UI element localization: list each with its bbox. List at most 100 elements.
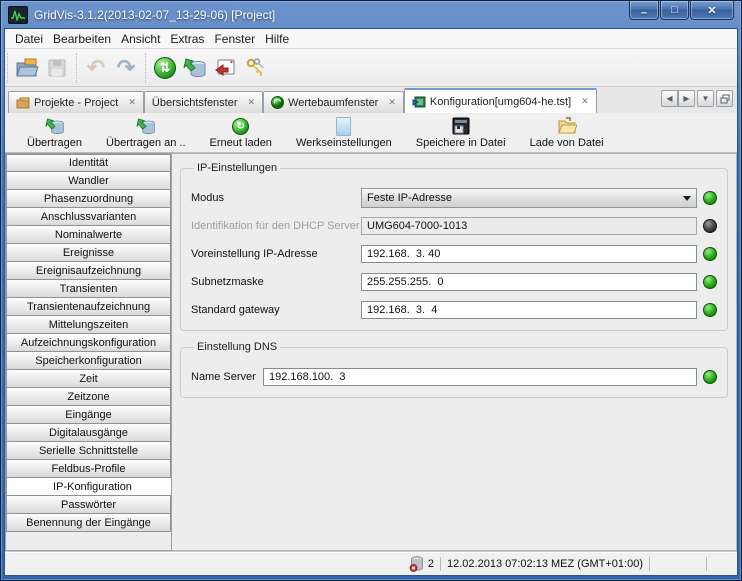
undo-icon[interactable]: ↶ <box>81 54 111 82</box>
sidebar-item[interactable]: Feldbus-Profile <box>6 460 171 478</box>
import-window-icon[interactable] <box>210 54 240 82</box>
sidebar-item[interactable]: Wandler <box>6 172 171 190</box>
datetime-cell: 12.02.2013 07:02:13 MEZ (GMT+01:00) <box>447 557 643 570</box>
tab-uebersichtsfenster[interactable]: Übersichtsfenster ✕ <box>143 91 264 113</box>
sidebar-item[interactable]: Serielle Schnittstelle <box>6 442 171 460</box>
modus-combobox[interactable]: Feste IP-Adresse <box>361 188 697 208</box>
speichere-in-datei-button[interactable]: Speichere in Datei <box>406 115 516 150</box>
uebertragen-an-button[interactable]: Übertragen an .. <box>96 115 196 150</box>
sidebar-item[interactable]: Nominalwerte <box>6 226 171 244</box>
database-error-icon <box>409 555 423 572</box>
tab-wertebaumfenster[interactable]: Wertebaumfenster ✕ <box>263 91 404 113</box>
gridvis-app-icon <box>8 5 28 24</box>
sidebar-item[interactable]: Identität <box>6 154 171 172</box>
statusbar-empty-cell <box>707 556 737 572</box>
tab-label: Projekte - Project <box>34 96 119 109</box>
subnet-mask-field[interactable]: 255.255.255. 0 <box>361 273 697 291</box>
group-title: Einstellung DNS <box>197 341 278 353</box>
redo-icon[interactable]: ↷ <box>111 54 141 82</box>
menu-extras[interactable]: Extras <box>165 30 209 48</box>
sidebar-item[interactable]: Anschlussvarianten <box>6 208 171 226</box>
title-bar[interactable]: GridVis-3.1.2(2013-02-07_13-29-06) [Proj… <box>4 1 738 28</box>
close-icon: ✕ <box>707 4 717 17</box>
subnet-mask-row: Subnetzmaske 255.255.255. 0 <box>191 272 717 292</box>
ip-address-row: Voreinstellung IP-Adresse 192.168. 3. 40 <box>191 244 717 264</box>
minimize-button[interactable]: – <box>629 1 659 20</box>
field-label: Modus <box>191 192 225 204</box>
button-label: Übertragen <box>27 137 83 149</box>
tab-close-icon[interactable]: ✕ <box>248 97 256 108</box>
configuration-icon <box>412 96 426 107</box>
menu-datei[interactable]: Datei <box>10 30 48 48</box>
sidebar-item[interactable]: Transientenaufzeichnung <box>6 298 171 316</box>
sidebar-item[interactable]: Speicherkonfiguration <box>6 352 171 370</box>
ip-address-field[interactable]: 192.168. 3. 40 <box>361 245 697 263</box>
menu-ansicht[interactable]: Ansicht <box>116 30 165 48</box>
tab-konfiguration[interactable]: Konfiguration[umg604-he.tst] ✕ <box>403 88 597 113</box>
tab-list-dropdown-icon[interactable]: ▼ <box>697 90 714 107</box>
menu-fenster[interactable]: Fenster <box>209 30 260 48</box>
field-label: Voreinstellung IP-Adresse <box>191 248 318 260</box>
tab-scroll-left-icon[interactable]: ◀ <box>661 90 678 107</box>
status-led-green <box>703 247 717 261</box>
load-from-file-icon <box>557 116 577 136</box>
field-label: Name Server <box>191 371 256 383</box>
status-led-green <box>703 275 717 289</box>
save-icon[interactable] <box>42 54 72 82</box>
config-section-sidebar: Identität Wandler Phasenzuordnung Anschl… <box>5 153 172 551</box>
gateway-field[interactable]: 192.168. 3. 4 <box>361 301 697 319</box>
sidebar-item[interactable]: Zeitzone <box>6 388 171 406</box>
sidebar-item[interactable]: Transienten <box>6 280 171 298</box>
tab-close-icon[interactable]: ✕ <box>128 97 136 108</box>
field-label: Identifikation für den DHCP Server <box>191 220 360 232</box>
uebertragen-button[interactable]: Übertragen <box>17 115 92 150</box>
main-toolbar: ↶ ↷ ⇅ <box>5 49 737 87</box>
gateway-row: Standard gateway 192.168. 3. 4 <box>191 300 717 320</box>
sidebar-item[interactable]: Ereignisaufzeichnung <box>6 262 171 280</box>
group-title: IP-Einstellungen <box>197 162 278 174</box>
sidebar-item[interactable]: Eingänge <box>6 406 171 424</box>
menu-bearbeiten[interactable]: Bearbeiten <box>48 30 116 48</box>
modus-row: Modus Feste IP-Adresse <box>191 188 717 208</box>
tab-scroll-right-icon[interactable]: ▶ <box>678 90 695 107</box>
factory-settings-icon <box>336 116 352 136</box>
tab-label: Übersichtsfenster <box>151 96 238 109</box>
sidebar-item[interactable]: Ereignisse <box>6 244 171 262</box>
button-label: Werkseinstellungen <box>295 137 392 149</box>
menu-bar: Datei Bearbeiten Ansicht Extras Fenster … <box>5 29 737 49</box>
document-tab-bar: Projekte - Project ✕ Übersichtsfenster ✕… <box>5 87 737 113</box>
sidebar-item[interactable]: Mittelungszeiten <box>6 316 171 334</box>
ip-configuration-panel: IP-Einstellungen Modus Feste IP-Adresse … <box>172 153 737 551</box>
maximize-icon: □ <box>671 4 678 16</box>
close-button[interactable]: ✕ <box>690 1 734 20</box>
window-title: GridVis-3.1.2(2013-02-07_13-29-06) [Proj… <box>34 7 276 22</box>
transfer-device-icon[interactable] <box>180 54 210 82</box>
minimize-icon: – <box>640 7 648 19</box>
sidebar-item[interactable]: Benennung der Eingänge <box>6 514 171 532</box>
lade-von-datei-button[interactable]: Lade von Datei <box>520 115 614 150</box>
name-server-field[interactable]: 192.168.100. 3 <box>263 368 697 386</box>
application-window: GridVis-3.1.2(2013-02-07_13-29-06) [Proj… <box>0 0 742 581</box>
werkseinstellungen-button[interactable]: Werkseinstellungen <box>286 115 402 150</box>
open-project-icon[interactable] <box>12 54 42 82</box>
dns-settings-group: Einstellung DNS Name Server 192.168.100.… <box>180 341 728 398</box>
erneut-laden-button[interactable]: ↻ Erneut laden <box>200 115 282 150</box>
maximize-document-icon[interactable] <box>716 90 733 107</box>
ip-settings-group: IP-Einstellungen Modus Feste IP-Adresse … <box>180 162 728 331</box>
reload-values-icon[interactable]: ⇅ <box>150 54 180 82</box>
sidebar-item-ip-konfiguration-selected[interactable]: IP-Konfiguration <box>6 478 171 496</box>
value-tree-icon <box>271 96 285 109</box>
tab-projekte[interactable]: Projekte - Project ✕ <box>8 91 144 113</box>
sidebar-item[interactable]: Zeit <box>6 370 171 388</box>
sidebar-item[interactable]: Phasenzuordnung <box>6 190 171 208</box>
status-led-green <box>703 191 717 205</box>
status-bar: 2 12.02.2013 07:02:13 MEZ (GMT+01:00) <box>5 551 737 575</box>
sidebar-item[interactable]: Aufzeichnungskonfiguration <box>6 334 171 352</box>
sidebar-item[interactable]: Passwörter <box>6 496 171 514</box>
maximize-button[interactable]: □ <box>660 1 689 20</box>
tab-close-icon[interactable]: ✕ <box>581 96 589 107</box>
tab-close-icon[interactable]: ✕ <box>388 97 396 108</box>
keys-icon[interactable] <box>240 54 270 82</box>
sidebar-item[interactable]: Digitalausgänge <box>6 424 171 442</box>
menu-hilfe[interactable]: Hilfe <box>260 30 294 48</box>
